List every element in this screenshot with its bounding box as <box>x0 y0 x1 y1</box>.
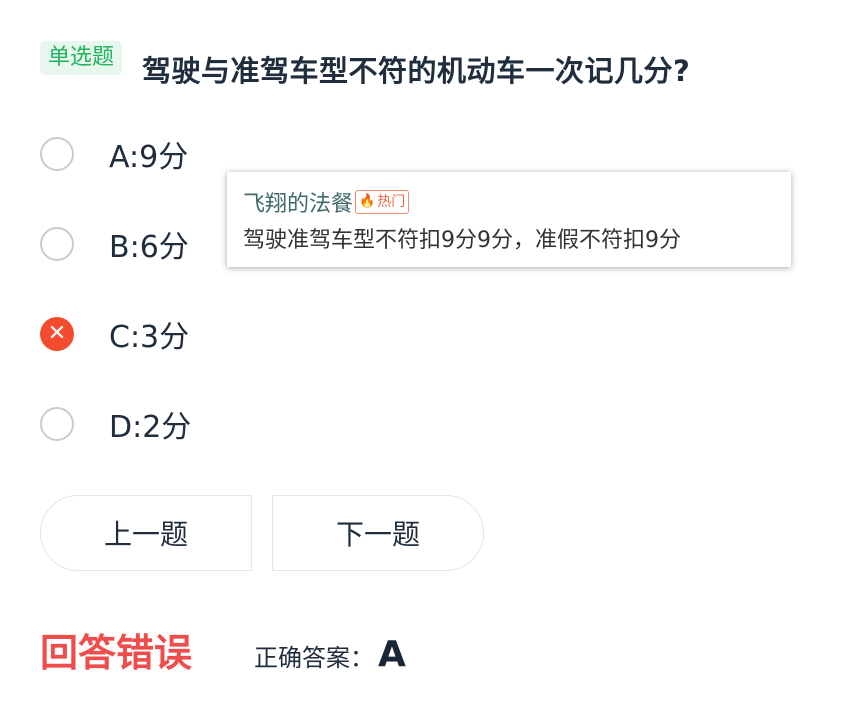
hot-badge: 🔥 热门 <box>355 190 410 214</box>
option-label: C:3分 <box>109 320 190 355</box>
radio-button[interactable] <box>40 407 74 441</box>
option-c[interactable]: ✕ C:3分 <box>40 314 190 355</box>
comment-popup: 飞翔的法餐 🔥 热门 驾驶准驾车型不符扣9分9分，准假不符扣9分 <box>227 172 791 267</box>
radio-button[interactable] <box>40 227 74 261</box>
question-header: 单选题 驾驶与准驾车型不符的机动车一次记几分? <box>40 30 690 90</box>
option-a[interactable]: A:9分 <box>40 134 189 175</box>
wrong-answer-icon[interactable]: ✕ <box>40 317 74 351</box>
quiz-page: 单选题 驾驶与准驾车型不符的机动车一次记几分? A:9分 B:6分 ✕ C:3分… <box>0 0 841 701</box>
comment-header: 飞翔的法餐 🔥 热门 <box>243 186 775 218</box>
correct-answer-label: 正确答案： <box>254 644 375 672</box>
question-type-tag: 单选题 <box>40 41 123 75</box>
previous-question-button[interactable]: 上一题 <box>40 495 252 571</box>
option-d[interactable]: D:2分 <box>40 404 192 445</box>
comment-text: 驾驶准驾车型不符扣9分9分，准假不符扣9分 <box>243 228 681 253</box>
flame-icon: 🔥 <box>359 194 376 209</box>
correct-answer-value: A <box>378 634 406 675</box>
answer-status: 回答错误 <box>40 631 193 675</box>
option-label: A:9分 <box>109 140 189 175</box>
option-label: B:6分 <box>109 230 189 265</box>
question-title: 驾驶与准驾车型不符的机动车一次记几分? <box>142 54 691 88</box>
result-area: 回答错误 正确答案： A <box>40 622 406 677</box>
close-icon: ✕ <box>47 321 67 346</box>
next-question-button[interactable]: 下一题 <box>272 495 484 571</box>
hot-badge-label: 热门 <box>377 194 406 210</box>
comment-username[interactable]: 飞翔的法餐 <box>243 186 353 218</box>
option-b[interactable]: B:6分 <box>40 224 189 265</box>
option-label: D:2分 <box>109 410 192 445</box>
radio-button[interactable] <box>40 137 74 171</box>
